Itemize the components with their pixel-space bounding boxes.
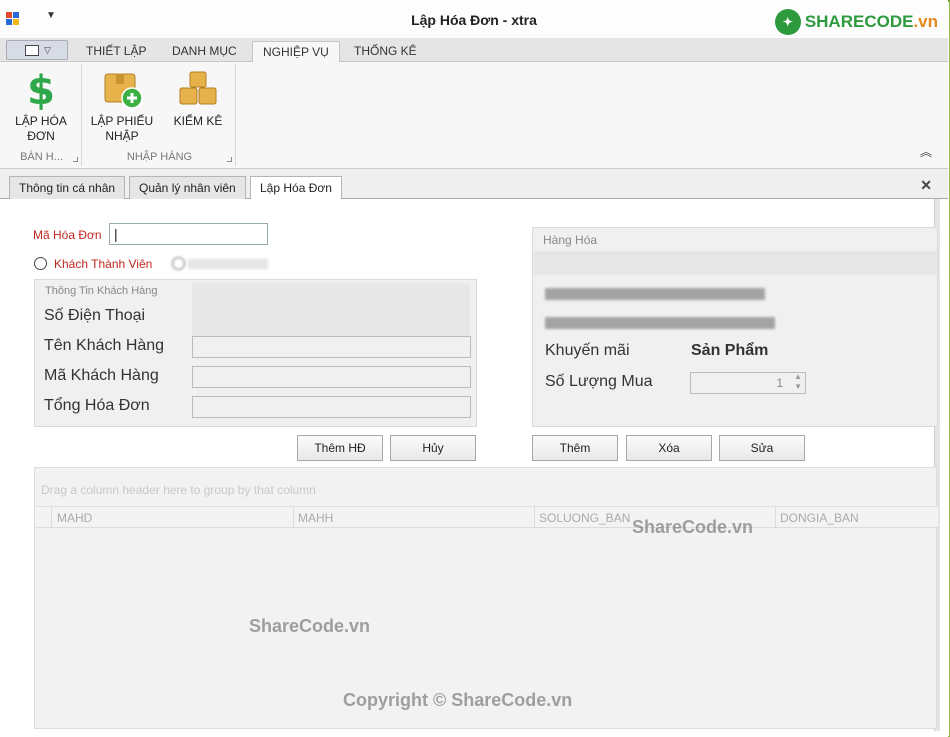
dollar-icon: $	[20, 68, 62, 114]
tab-nghiep-vu[interactable]: NGHIỆP VỤ	[252, 41, 340, 62]
collapse-ribbon-icon[interactable]: ︽	[920, 143, 932, 160]
customer-info-panel: Thông Tin Khách Hàng Số Điện Thoại Tên K…	[34, 279, 477, 427]
lap-phieu-nhap-button[interactable]: LẬP PHIẾU NHẬP	[86, 68, 158, 144]
grid-header-row: MAHD MAHH SOLUONG_BAN DONGIA_BAN	[35, 506, 938, 529]
goods-field-row-2	[545, 317, 775, 329]
application-menu-button[interactable]: ▽	[6, 40, 68, 60]
goods-toolbar	[533, 252, 937, 274]
tab-thong-tin-ca-nhan[interactable]: Thông tin cá nhân	[9, 176, 126, 199]
column-header-soluong-ban[interactable]: SOLUONG_BAN	[539, 511, 630, 525]
customer-id-label: Mã Khách Hàng	[44, 367, 159, 384]
customer-name-label: Tên Khách Hàng	[44, 337, 165, 354]
guest-customer-label	[188, 259, 268, 269]
customer-lookup-area[interactable]	[193, 284, 469, 344]
kiem-ke-button[interactable]: KIỂM KÊ	[166, 68, 230, 129]
edit-item-button[interactable]: Sửa	[719, 435, 805, 461]
customer-id-input[interactable]	[192, 366, 471, 388]
group-panel-hint: Drag a column header here to group by th…	[41, 483, 316, 497]
svg-text:$: $	[27, 68, 55, 110]
copyright-watermark: Copyright © ShareCode.vn	[343, 690, 573, 710]
ribbon-group-ban-hang: $ LẬP HÓA ĐƠN BÁN H...	[2, 64, 82, 166]
logo-icon: ✦	[774, 9, 801, 35]
tab-danh-muc[interactable]: DANH MỤC	[162, 41, 247, 62]
add-item-button[interactable]: Thêm	[532, 435, 618, 461]
quantity-label: Số Lượng Mua	[545, 373, 653, 390]
stepper-down-icon[interactable]: ▼	[794, 382, 802, 391]
box-add-icon	[101, 68, 143, 110]
watermark-1: ShareCode.vn	[632, 517, 754, 537]
group-expand-icon[interactable]	[73, 157, 78, 162]
ribbon-tab-bar: ▽ THIẾT LẬP DANH MỤC NGHIỆP VỤ THỐNG KÊ	[0, 38, 948, 62]
column-header-mahh[interactable]: MAHH	[298, 511, 333, 525]
goods-field-row-1	[545, 288, 765, 300]
logo-text: SHARECODE	[804, 12, 914, 31]
member-customer-radio[interactable]	[34, 257, 47, 270]
column-header-dongia-ban[interactable]: DONGIA_BAN	[780, 511, 859, 525]
boxes-icon	[177, 68, 219, 110]
guest-customer-radio[interactable]	[172, 257, 185, 270]
promotion-label: Khuyến mãi	[545, 342, 630, 359]
customer-info-title: Thông Tin Khách Hàng	[45, 285, 158, 297]
ribbon-panel: $ LẬP HÓA ĐƠN BÁN H... LẬP PHIẾU NHẬP KI…	[0, 62, 948, 169]
tab-thong-ke[interactable]: THỐNG KÊ	[344, 41, 427, 62]
ribbon-group-nhap-hang: LẬP PHIẾU NHẬP KIỂM KÊ NHẬP HÀNG	[84, 64, 236, 166]
add-invoice-button[interactable]: Thêm HĐ	[297, 435, 383, 461]
delete-item-button[interactable]: Xóa	[626, 435, 712, 461]
ribbon-group-label: BÁN H...	[20, 151, 63, 163]
close-tab-icon[interactable]: ✕	[920, 177, 932, 194]
customer-name-input[interactable]	[192, 336, 471, 358]
document-tab-bar: Thông tin cá nhân Quản lý nhân viên Lập …	[0, 169, 948, 200]
quantity-stepper[interactable]: 1 ▲ ▼	[690, 372, 806, 394]
phone-label: Số Điện Thoại	[44, 307, 146, 324]
member-customer-label: Khách Thành Viên	[54, 257, 153, 271]
tab-quan-ly-nhan-vien[interactable]: Quản lý nhân viên	[129, 176, 246, 199]
sharecode-logo: ✦ SHARECODE.vn	[774, 8, 938, 36]
tab-lap-hoa-don[interactable]: Lập Hóa Đơn	[250, 176, 342, 200]
title-bar: ▼ Lập Hóa Đơn - xtra ✦ SHARECODE.vn	[0, 0, 948, 38]
ribbon-group-label: NHẬP HÀNG	[126, 151, 193, 163]
product-label: Sản Phẩm	[691, 342, 769, 359]
invoice-total-label: Tổng Hóa Đơn	[44, 397, 150, 414]
watermark-2: ShareCode.vn	[249, 616, 371, 636]
group-expand-icon[interactable]	[227, 157, 232, 162]
column-header-mahd[interactable]: MAHD	[57, 511, 92, 525]
invoice-total-input[interactable]	[192, 396, 471, 418]
invoice-id-input[interactable]: |	[109, 223, 268, 245]
lap-hoa-don-button[interactable]: $ LẬP HÓA ĐƠN	[8, 68, 74, 144]
tab-thiet-lap[interactable]: THIẾT LẬP	[76, 41, 156, 62]
cancel-button[interactable]: Hủy	[390, 435, 476, 461]
goods-panel-title: Hàng Hóa	[543, 233, 598, 247]
goods-panel: Hàng Hóa Khuyến mãi Sản Phẩm Số Lượng Mu…	[532, 227, 938, 427]
stepper-up-icon[interactable]: ▲	[794, 372, 802, 381]
invoice-id-label: Mã Hóa Đơn	[33, 228, 102, 242]
lap-hoa-don-content: Mã Hóa Đơn | Khách Thành Viên Thông Tin …	[0, 199, 948, 737]
